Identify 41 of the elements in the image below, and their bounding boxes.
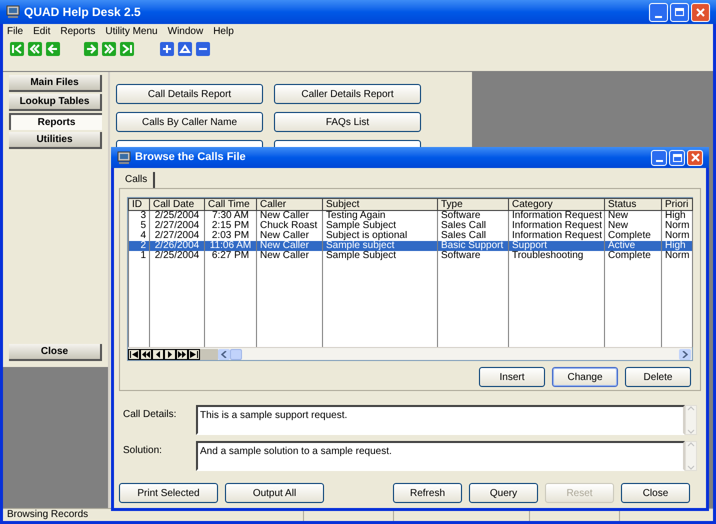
table-cell: High (662, 241, 692, 251)
table-cell: New (604, 210, 662, 221)
table-cell: Support (508, 241, 604, 251)
table-cell: 2/26/2004 (150, 241, 204, 251)
table-cell: 2/27/2004 (150, 221, 204, 231)
table-cell: Information Request (508, 221, 604, 231)
table-cell: 5 (128, 221, 150, 231)
table-cell: New (604, 221, 662, 231)
dialog-title: Browse the Calls File (135, 150, 247, 166)
table-cell: 6:27 PM (204, 251, 256, 261)
table-cell: Chuck Roast (256, 221, 322, 231)
table-cell: New Caller (256, 210, 322, 221)
table-cell: Sample subject (322, 241, 438, 251)
table-cell: Information Request (508, 210, 604, 221)
table-cell: Testing Again (322, 210, 438, 221)
table-cell: 2/25/2004 (150, 210, 204, 221)
table-cell: 3 (128, 210, 150, 221)
table-cell: Software (438, 251, 508, 261)
table-cell: 11:06 AM (204, 241, 256, 251)
window-title: QUAD Help Desk 2.5 (24, 4, 142, 21)
field-label: Solution: (122, 444, 163, 458)
table-cell: Software (438, 210, 508, 221)
table-cell: Active (604, 241, 662, 251)
table-cell: High (662, 210, 692, 221)
table-cell: 1 (128, 251, 150, 261)
table-cell: New Caller (256, 251, 322, 261)
table-cell: New Caller (256, 241, 322, 251)
table-cell: 2:15 PM (204, 221, 256, 231)
table-cell: 2 (128, 241, 150, 251)
table-cell: Complete (604, 251, 662, 261)
table-cell: 2/25/2004 (150, 251, 204, 261)
table-cell: Norm (662, 251, 692, 261)
table-cell: Sample Subject (322, 221, 438, 231)
table-cell: 7:30 AM (204, 210, 256, 221)
status-text: Browsing Records (6, 509, 90, 521)
table-cell: Sample Subject (322, 251, 438, 261)
table-cell: Troubleshooting (508, 251, 604, 261)
table-cell: Norm (662, 221, 692, 231)
table-cell: Sales Call (438, 221, 508, 231)
table-cell: Basic Support (438, 241, 508, 251)
field-label: Call Details: (122, 408, 178, 422)
